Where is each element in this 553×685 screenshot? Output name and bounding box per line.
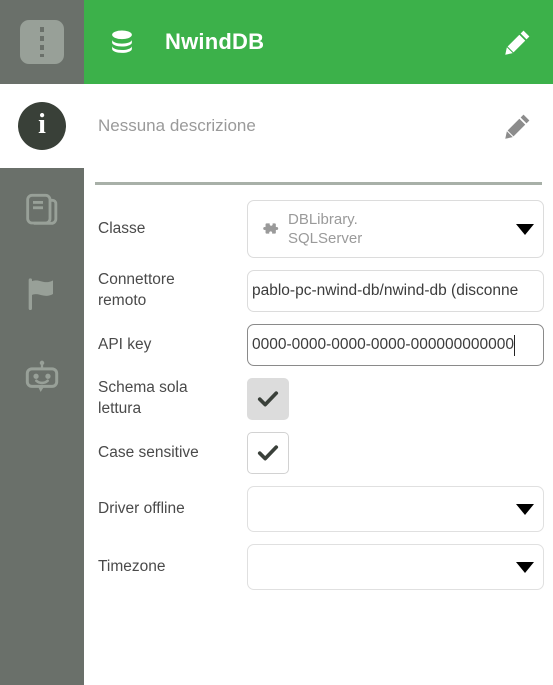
sidebar-item-panel-toggle[interactable] (0, 0, 84, 84)
label-api-key: API key (98, 335, 152, 353)
robot-icon (25, 360, 59, 392)
label-schema-sola-lettura: Schema sola lettura (98, 379, 188, 417)
form-row-api-key: API key 0000-0000-0000-0000-000000000000 (84, 318, 553, 372)
settings-form: Classe DBLibrary. SQLServer Connettore r… (84, 194, 553, 596)
sidebar-item-info[interactable]: i (0, 102, 84, 150)
text-cursor (514, 334, 516, 356)
check-icon (257, 391, 279, 407)
form-row-timezone: Timezone (84, 538, 553, 596)
chevron-down-icon (516, 503, 534, 515)
connettore-remoto-value: pablo-pc-nwind-db/nwind-db (disconne (252, 282, 519, 299)
settings-content: Classe DBLibrary. SQLServer Connettore r… (84, 168, 553, 685)
schema-sola-lettura-checkbox[interactable] (247, 378, 289, 420)
chevron-down-icon (516, 223, 534, 235)
form-row-driver-offline: Driver offline (84, 480, 553, 538)
classe-value: DBLibrary. SQLServer (288, 210, 363, 247)
chevron-down-icon (516, 561, 534, 573)
puzzle-piece-icon (254, 216, 284, 242)
form-row-classe: Classe DBLibrary. SQLServer (84, 194, 553, 264)
form-row-connettore-remoto: Connettore remoto pablo-pc-nwind-db/nwin… (84, 264, 553, 318)
info-icon: i (18, 102, 66, 150)
form-row-case-sensitive: Case sensitive (84, 426, 553, 480)
database-icon (105, 26, 139, 58)
edit-title-button[interactable] (503, 27, 533, 57)
sidebar-item-bot[interactable] (0, 336, 84, 420)
description-placeholder[interactable]: Nessuna descrizione (98, 116, 256, 136)
edit-description-button[interactable] (503, 111, 533, 141)
app-window: NwindDB i Nessuna descrizione Classe DBL… (0, 0, 553, 685)
form-row-schema-sola-lettura: Schema sola lettura (84, 372, 553, 426)
split-panel-icon (20, 20, 64, 64)
label-timezone: Timezone (98, 557, 166, 575)
pencil-icon (505, 114, 530, 139)
flag-icon (28, 278, 53, 310)
connettore-remoto-input[interactable]: pablo-pc-nwind-db/nwind-db (disconne (247, 270, 544, 312)
driver-offline-select[interactable] (247, 486, 544, 532)
title-bar: NwindDB (84, 0, 553, 84)
classe-select[interactable]: DBLibrary. SQLServer (247, 200, 544, 258)
api-key-input[interactable]: 0000-0000-0000-0000-000000000000 (247, 324, 544, 366)
label-driver-offline: Driver offline (98, 499, 185, 517)
timezone-select[interactable] (247, 544, 544, 590)
pencil-icon (505, 30, 530, 55)
sidebar-item-documentation[interactable] (0, 168, 84, 252)
sidebar-item-flag[interactable] (0, 252, 84, 336)
label-classe: Classe (98, 219, 146, 237)
label-case-sensitive: Case sensitive (98, 443, 199, 461)
page-title: NwindDB (165, 29, 265, 54)
check-icon (257, 445, 279, 461)
api-key-value: 0000-0000-0000-0000-000000000000 (252, 336, 515, 353)
label-connettore-remoto: Connettore remoto (98, 271, 175, 309)
case-sensitive-checkbox[interactable] (247, 432, 289, 474)
book-icon (26, 193, 58, 225)
description-panel: i Nessuna descrizione (0, 84, 553, 168)
section-divider (95, 182, 542, 185)
